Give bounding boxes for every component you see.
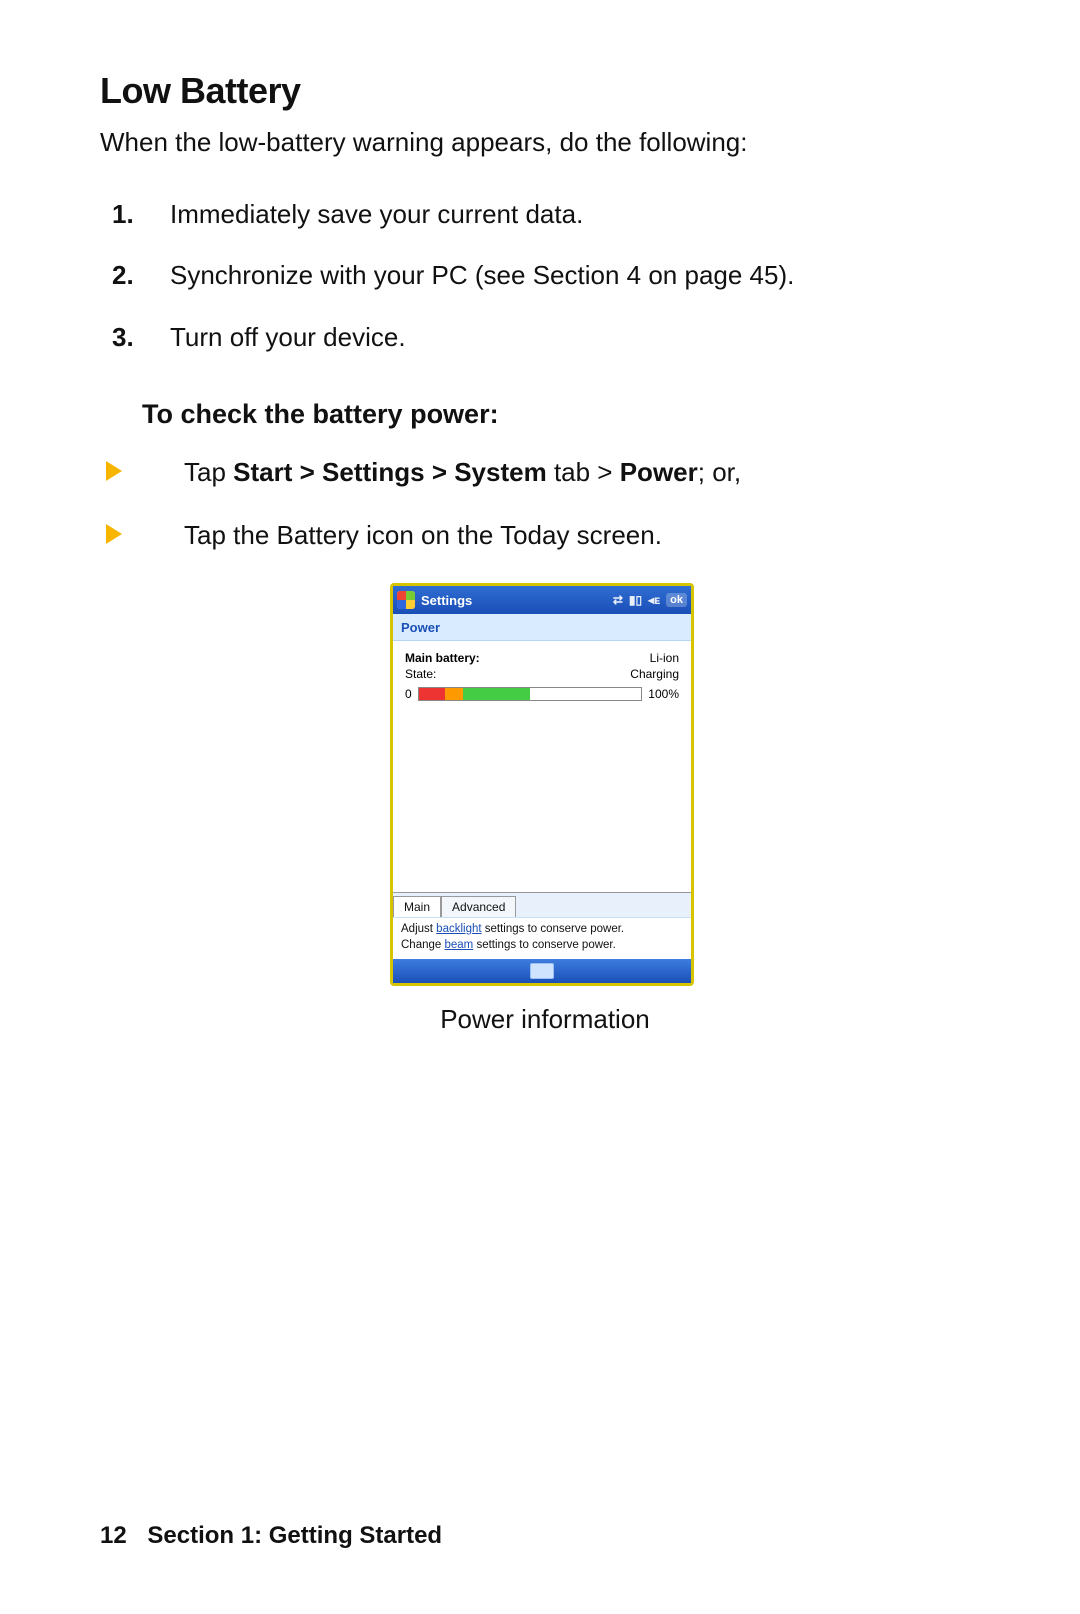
- scale-max: 100%: [648, 687, 679, 701]
- page-heading: Low Battery: [100, 70, 990, 112]
- panel-content: Main battery: Li-ion State: Charging 0 1…: [393, 641, 691, 892]
- bottom-bar: [393, 959, 691, 983]
- bullet-text: Tap Start > Settings > System tab > Powe…: [184, 454, 741, 492]
- step-text: Immediately save your current data.: [170, 199, 583, 229]
- text: Adjust: [401, 923, 436, 935]
- list-item: 3. Turn off your device.: [142, 319, 990, 357]
- figure-caption: Power information: [390, 1004, 700, 1035]
- state-label: State:: [405, 667, 436, 681]
- bold-text: Start > Settings > System: [233, 457, 547, 487]
- keyboard-icon[interactable]: [530, 963, 554, 979]
- step-number: 3.: [112, 319, 134, 357]
- windows-flag-icon: [397, 591, 415, 609]
- scale-min: 0: [405, 687, 412, 701]
- bold-text: Power: [620, 457, 698, 487]
- text: ; or,: [698, 457, 741, 487]
- device-screenshot: Settings ⇄ ▮▯ ◂ᴇ ok Power Main battery: …: [390, 583, 694, 986]
- state-value: Charging: [630, 667, 679, 681]
- list-item: 1. Immediately save your current data.: [142, 196, 990, 234]
- tab-advanced[interactable]: Advanced: [441, 896, 516, 917]
- page-number: 12: [100, 1522, 127, 1549]
- bullet-item: Tap Start > Settings > System tab > Powe…: [106, 454, 990, 492]
- window-title: Settings: [421, 593, 472, 608]
- step-number: 2.: [112, 257, 134, 295]
- text: Change: [401, 939, 444, 951]
- main-battery-label: Main battery:: [405, 651, 480, 665]
- hint-line: Change beam settings to conserve power.: [401, 938, 683, 954]
- bullet-text: Tap the Battery icon on the Today screen…: [184, 517, 662, 555]
- hints-area: Adjust backlight settings to conserve po…: [393, 917, 691, 959]
- step-text: Turn off your device.: [170, 322, 406, 352]
- speaker-icon: ◂ᴇ: [648, 593, 660, 607]
- tab-main[interactable]: Main: [393, 896, 441, 917]
- intro-text: When the low-battery warning appears, do…: [100, 124, 990, 162]
- triangle-bullet-icon: [106, 461, 122, 481]
- page-footer: 12 Section 1: Getting Started: [100, 1522, 442, 1550]
- tab-bar: Main Advanced: [393, 892, 691, 917]
- section-title: Section 1: Getting Started: [147, 1522, 442, 1549]
- text: Tap: [184, 457, 233, 487]
- ok-button[interactable]: ok: [666, 593, 687, 607]
- text: settings to conserve power.: [482, 923, 625, 935]
- triangle-bullet-icon: [106, 524, 122, 544]
- beam-link[interactable]: beam: [444, 939, 473, 951]
- figure: Settings ⇄ ▮▯ ◂ᴇ ok Power Main battery: …: [390, 583, 700, 1035]
- battery-progress-bar: [418, 687, 643, 701]
- list-item: 2. Synchronize with your PC (see Section…: [142, 257, 990, 295]
- title-bar: Settings ⇄ ▮▯ ◂ᴇ ok: [393, 586, 691, 614]
- connectivity-icon: ⇄: [613, 593, 623, 607]
- step-text: Synchronize with your PC (see Section 4 …: [170, 260, 794, 290]
- sub-heading: To check the battery power:: [142, 399, 990, 430]
- steps-list: 1. Immediately save your current data. 2…: [100, 196, 990, 357]
- backlight-link[interactable]: backlight: [436, 923, 481, 935]
- text: settings to conserve power.: [473, 939, 616, 951]
- step-number: 1.: [112, 196, 134, 234]
- hint-line: Adjust backlight settings to conserve po…: [401, 922, 683, 938]
- panel-subheader: Power: [393, 614, 691, 641]
- signal-icon: ▮▯: [629, 593, 642, 607]
- text: tab >: [547, 457, 620, 487]
- battery-type: Li-ion: [650, 651, 679, 665]
- bullet-item: Tap the Battery icon on the Today screen…: [106, 517, 990, 555]
